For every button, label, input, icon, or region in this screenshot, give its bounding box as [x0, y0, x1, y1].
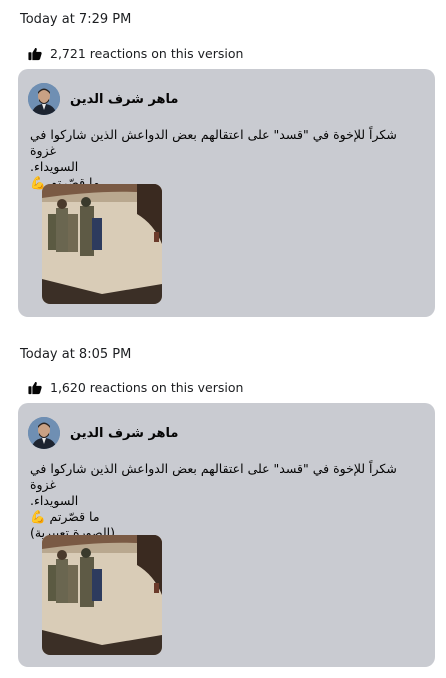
post-text-line: ما قصّرتم 💪 [30, 509, 100, 524]
avatar[interactable] [28, 417, 60, 449]
photo-image [42, 535, 162, 655]
reactions-count-text: 1,620 reactions on this version [50, 380, 244, 395]
reactions-summary[interactable]: 2,721 reactions on this version [28, 46, 243, 61]
author-name[interactable]: ماهر شرف الدين [70, 92, 178, 107]
post-text-line: شكراً للإخوة في "قسد" على اعتقالهم بعض ا… [30, 127, 397, 158]
post-text-line: شكراً للإخوة في "قسد" على اعتقالهم بعض ا… [30, 461, 397, 492]
post-text: شكراً للإخوة في "قسد" على اعتقالهم بعض ا… [30, 461, 425, 541]
post-photo[interactable] [42, 535, 162, 655]
post-photo[interactable] [42, 184, 162, 304]
post-text: شكراً للإخوة في "قسد" على اعتقالهم بعض ا… [30, 127, 425, 191]
reactions-count-text: 2,721 reactions on this version [50, 46, 244, 61]
version-timestamp: Today at 8:05 PM [20, 347, 132, 362]
post-text-line: السويداء. [30, 493, 79, 508]
post-card: ماهر شرف الدين شكراً للإخوة في "قسد" على… [18, 69, 435, 317]
avatar[interactable] [28, 83, 60, 115]
post-header: ماهر شرف الدين [28, 417, 178, 449]
version-timestamp: Today at 7:29 PM [20, 12, 132, 27]
avatar-image [28, 417, 60, 449]
author-name[interactable]: ماهر شرف الدين [70, 426, 178, 441]
photo-image [42, 184, 162, 304]
reactions-summary[interactable]: 1,620 reactions on this version [28, 380, 243, 395]
thumbs-up-icon [28, 47, 42, 60]
post-header: ماهر شرف الدين [28, 83, 178, 115]
thumbs-up-icon [28, 381, 42, 394]
post-text-line: السويداء. [30, 159, 79, 174]
avatar-image [28, 83, 60, 115]
post-card: ماهر شرف الدين شكراً للإخوة في "قسد" على… [18, 403, 435, 667]
